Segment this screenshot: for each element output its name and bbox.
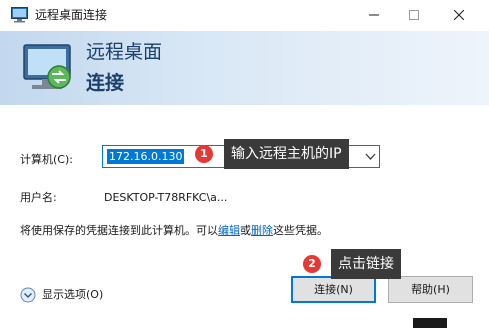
- close-icon: [454, 10, 464, 20]
- info-prefix: 将使用保存的凭据连接到此计算机。可以: [20, 224, 218, 237]
- username-value: DESKTOP-T78RFKC\a...: [104, 191, 228, 204]
- credentials-info: 将使用保存的凭据连接到此计算机。可以编辑或删除这些凭据。: [20, 224, 328, 238]
- maximize-icon: [409, 10, 419, 20]
- computer-input-value[interactable]: 172.16.0.130: [107, 149, 185, 164]
- header-banner: 远程桌面 连接: [0, 31, 489, 105]
- banner-title-line1: 远程桌面: [86, 41, 163, 63]
- remote-desktop-window: 远程桌面连接 远程桌面 连接 计算机(C): 172.16.0.130 用户名:…: [0, 0, 489, 328]
- remote-desktop-icon: [11, 7, 28, 23]
- remote-desktop-logo-icon: [23, 44, 71, 89]
- window-title: 远程桌面连接: [35, 8, 108, 22]
- title-bar[interactable]: 远程桌面连接: [0, 0, 489, 31]
- expand-circle-icon[interactable]: [20, 287, 36, 303]
- show-options-label[interactable]: 显示选项(O): [42, 288, 103, 302]
- edit-credentials-link[interactable]: 编辑: [218, 224, 240, 237]
- minimize-icon: [369, 14, 379, 16]
- maximize-button[interactable]: [391, 3, 437, 27]
- chevron-down-icon[interactable]: [365, 152, 376, 161]
- callout-badge-1: 1: [195, 145, 213, 163]
- show-options-toggle[interactable]: 显示选项(O): [20, 286, 103, 304]
- callout-tooltip-1: 输入远程主机的IP: [224, 139, 349, 169]
- info-suffix: 这些凭据。: [273, 224, 328, 237]
- computer-label: 计算机(C):: [20, 153, 73, 166]
- connect-button[interactable]: 连接(N): [291, 276, 376, 303]
- callout-tooltip-2: 点击链接: [331, 249, 401, 279]
- background-edge: [413, 318, 447, 328]
- username-label: 用户名:: [20, 191, 57, 204]
- info-or: 或: [240, 224, 251, 237]
- help-button[interactable]: 帮助(H): [388, 276, 473, 303]
- close-button[interactable]: [436, 3, 482, 27]
- callout-badge-2: 2: [303, 255, 321, 273]
- banner-title-line2: 连接: [86, 72, 125, 94]
- delete-credentials-link[interactable]: 删除: [251, 224, 273, 237]
